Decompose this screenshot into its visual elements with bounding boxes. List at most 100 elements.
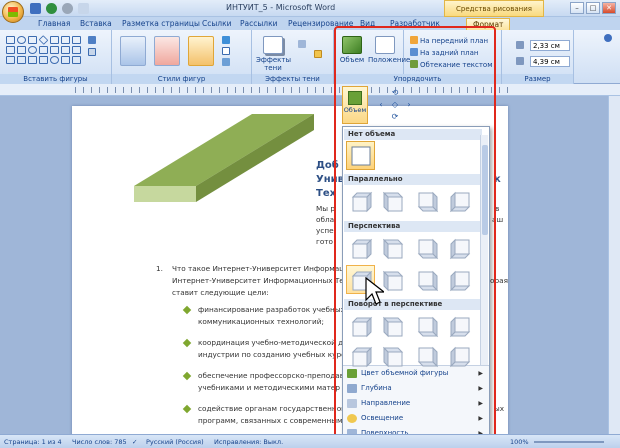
tab-page-layout[interactable]: Разметка страницы [122,18,200,30]
tab-view[interactable]: Вид [360,18,375,30]
gallery-item-perspective-b-3[interactable] [412,265,441,294]
text-wrap-icon [410,60,418,68]
tab-home[interactable]: Главная [38,18,70,30]
horizontal-ruler[interactable] [0,84,620,96]
gallery-item-rotation-4[interactable] [445,311,474,340]
shadow-effects-button[interactable]: Эффекты тени [256,36,291,72]
volume-dropdown-button[interactable]: Объем [342,86,368,124]
save-icon[interactable] [30,3,41,14]
tilt-down-icon[interactable]: ⟳ [390,112,400,122]
volume-3d-icon [342,36,362,54]
bring-front-button[interactable]: На передний план [410,36,488,46]
menu-item-depth[interactable]: Глубина ▶ [343,381,489,396]
group-insert-shapes: Вставить фигуры [0,30,112,84]
redo-icon[interactable] [62,3,73,14]
status-track-changes[interactable]: Исправления: Выкл. [214,438,283,446]
tilt-right-icon[interactable]: › [404,100,414,110]
tab-mailings[interactable]: Рассылки [240,18,278,30]
edit-shape-icon[interactable] [88,36,98,46]
doc-title-line-1: Доб [316,160,339,171]
gallery-item-perspective-4[interactable] [445,233,474,262]
status-page[interactable]: Страница: 1 из 4 [4,438,62,446]
group-label-shadow-effects: Эффекты тени [252,74,333,84]
gallery-item-rotation-b-4[interactable] [445,341,474,370]
gallery-item-none[interactable] [346,141,375,170]
ruler-scale [75,87,515,93]
tab-format[interactable]: Формат [466,18,511,30]
gallery-item-perspective-2[interactable] [379,233,408,262]
quick-access-toolbar [30,3,89,14]
tab-insert[interactable]: Вставка [80,18,112,30]
position-button[interactable]: Положение [368,36,410,64]
width-field[interactable]: 4,39 см [530,56,570,67]
tab-review[interactable]: Рецензирование [288,18,353,30]
send-back-button[interactable]: На задний план [410,48,478,58]
shadow-toggle-icon[interactable] [314,50,324,60]
doc-paragraph-line-4: гото [316,237,334,246]
text-wrap-button[interactable]: Обтекание текстом [410,60,493,70]
tilt-up-icon[interactable]: ⟲ [390,88,400,98]
group-label-shape-styles: Стили фигур [112,74,251,84]
gallery-item-rotation-b-3[interactable] [412,341,441,370]
style-swatch-blue[interactable] [120,36,146,66]
shadow-nudge-icon[interactable] [298,40,308,50]
toggle-3d-icon[interactable]: ◇ [390,100,400,110]
gallery-item-rotation-2[interactable] [379,311,408,340]
undo-icon[interactable] [46,3,57,14]
submenu-arrow-icon: ▶ [478,415,483,422]
volume-button[interactable]: Объем [338,36,366,64]
group-arrange: На передний план На задний план Обтекани… [334,30,502,84]
status-zoom[interactable]: 100% [510,438,529,446]
bring-front-icon [410,36,418,44]
qat-dropdown-icon[interactable] [78,3,89,14]
spelling-icon[interactable]: ✓ [132,438,137,446]
3d-shape[interactable] [134,114,314,224]
maximize-button[interactable]: □ [586,2,600,14]
gallery-item-parallel-2[interactable] [379,186,408,215]
gallery-item-rotation-3[interactable] [412,311,441,340]
minimize-button[interactable]: – [570,2,584,14]
tab-developer[interactable]: Разработчик [390,18,440,30]
gallery-item-parallel-1[interactable] [346,186,375,215]
gallery-item-perspective-b-4[interactable] [445,265,474,294]
tab-references[interactable]: Ссылки [202,18,231,30]
gallery-item-parallel-3[interactable] [412,186,441,215]
submenu-arrow-icon: ▶ [478,400,483,407]
change-shape-icon[interactable] [222,58,232,68]
fill-icon[interactable] [222,36,232,46]
height-field[interactable]: 2,33 см [530,40,570,51]
doc-title-line-3: Тех [316,188,337,199]
gallery-scrollbar[interactable] [480,135,488,365]
text-box-icon[interactable] [88,48,98,58]
menu-item-direction[interactable]: Направление ▶ [343,396,489,411]
doc-paragraph-line-2: обла [316,215,335,224]
gallery-item-perspective-3[interactable] [412,233,441,262]
office-button[interactable] [2,1,24,23]
gallery-item-rotation-1[interactable] [346,311,375,340]
zoom-slider[interactable] [534,441,604,443]
vertical-scrollbar[interactable] [608,96,620,434]
gallery-scroll-thumb[interactable] [482,145,488,235]
gallery-item-rotation-b-2[interactable] [379,341,408,370]
style-swatch-orange[interactable] [188,36,214,66]
width-icon [516,57,526,67]
help-icon[interactable] [604,34,614,44]
style-swatch-red[interactable] [154,36,180,66]
gallery-item-parallel-4[interactable] [445,186,474,215]
section-perspective: Перспектива [344,221,482,232]
doc-paragraph-tail-2: аш [492,215,504,224]
shadow-effects-label: Эффекты тени [256,56,291,72]
office-logo-icon [8,7,18,17]
gallery-item-perspective-1[interactable] [346,233,375,262]
volume-button-label: Объем [339,56,365,64]
shapes-gallery[interactable] [6,35,82,64]
doc-bullet-4-line-2: программ, связанных с современным [198,416,343,425]
status-language[interactable]: Русский (Россия) [146,438,204,446]
status-words[interactable]: Число слов: 785 [72,438,127,446]
close-button[interactable]: ✕ [602,2,616,14]
gallery-item-rotation-b-1[interactable] [346,341,375,370]
menu-item-lighting[interactable]: Освещение ▶ [343,411,489,426]
outline-icon[interactable] [222,47,232,57]
doc-bullet-2-line-2: индустрии по созданию учебных курс [198,350,346,359]
tilt-left-icon[interactable]: ‹ [376,100,386,110]
